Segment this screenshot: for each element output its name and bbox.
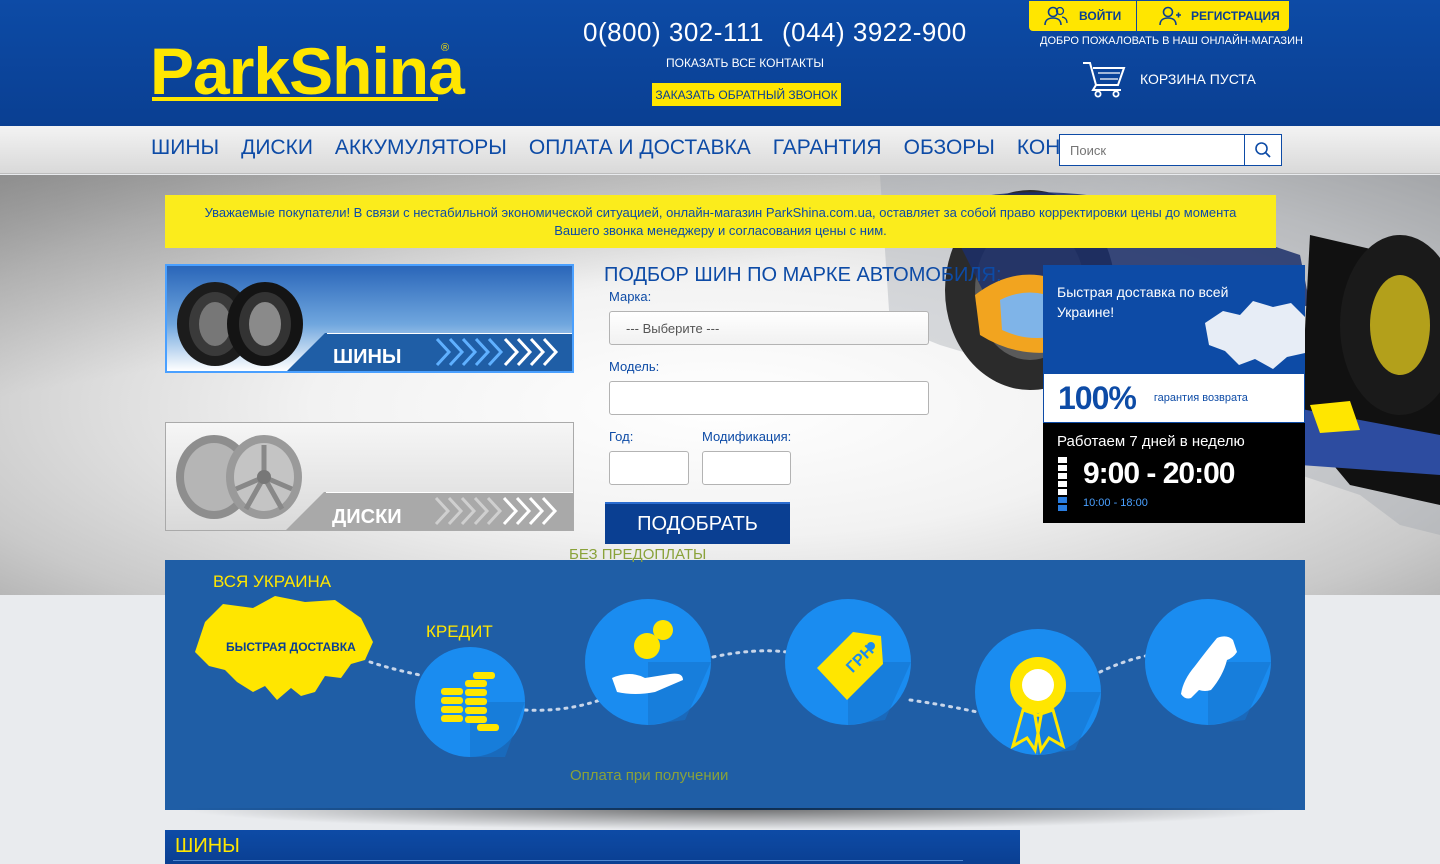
- add-user-icon: [1159, 6, 1181, 26]
- wheels-card-band: [286, 492, 573, 530]
- guarantee-text: гарантия возврата: [1153, 392, 1248, 404]
- award-ribbon-icon: [975, 629, 1101, 755]
- brand-select-value: --- Выберите ---: [626, 320, 720, 336]
- fast-delivery-label: БЫСТРАЯ ДОСТАВКА: [226, 640, 356, 654]
- phone-number-1[interactable]: 0(800) 302-111: [583, 17, 764, 47]
- nav-items: ШИНЫ ДИСКИ АККУМУЛЯТОРЫ ОПЛАТА И ДОСТАВК…: [151, 136, 1130, 160]
- wheels-card-label: ДИСКИ: [332, 506, 402, 528]
- auth-bar: ВОЙТИ РЕГИСТРАЦИЯ: [1029, 1, 1289, 31]
- working-hours-promo: Работаем 7 дней в неделю 9:00 - 20:00 10…: [1043, 423, 1305, 523]
- features-shadow: [175, 808, 1295, 830]
- model-select[interactable]: [609, 381, 929, 415]
- welcome-text: ДОБРО ПОЖАЛОВАТЬ В НАШ ОНЛАЙН-МАГАЗИН: [1040, 35, 1303, 47]
- tires-card-label: ШИНЫ: [333, 346, 402, 368]
- site-logo[interactable]: ParkShina: [150, 38, 465, 104]
- year-select[interactable]: [609, 451, 689, 485]
- nav-item-tires[interactable]: ШИНЫ: [151, 136, 219, 160]
- price-tag-icon: ГРН: [785, 599, 911, 725]
- callback-button[interactable]: ЗАКАЗАТЬ ОБРАТНЫЙ ЗВОНОК: [652, 83, 841, 106]
- no-prepayment-label: БЕЗ ПРЕДОПЛАТЫ: [569, 546, 707, 563]
- cart[interactable]: КОРЗИНА ПУСТА: [1082, 60, 1256, 98]
- tires-section-header: ШИНЫ: [165, 830, 1020, 864]
- login-label: ВОЙТИ: [1079, 9, 1122, 23]
- pay-on-receipt-label: Оплата при получении: [570, 767, 729, 784]
- cart-status: КОРЗИНА ПУСТА: [1140, 71, 1256, 87]
- brand-label: Марка:: [609, 289, 652, 304]
- pick-tires-button[interactable]: ПОДОБРАТЬ: [605, 502, 790, 544]
- price-notice: Уважаемые покупатели! В связи с нестабил…: [165, 195, 1276, 248]
- coins-icon: [415, 647, 525, 757]
- cart-icon: [1083, 62, 1126, 98]
- logo-underline: [152, 97, 438, 101]
- year-label: Год:: [609, 429, 634, 444]
- modification-label: Модификация:: [702, 429, 792, 444]
- weekend-hours: 10:00 - 18:00: [1083, 497, 1148, 509]
- guarantee-percent: 100%: [1058, 379, 1137, 416]
- working-days-text: Работаем 7 дней в неделю: [1057, 433, 1245, 450]
- phone-numbers: 0(800) 302-111 (044) 3922-900: [583, 17, 967, 48]
- features-graphic: ГРН: [195, 596, 1271, 757]
- wheels-category-card[interactable]: ДИСКИ: [165, 422, 574, 531]
- users-icon: [1044, 6, 1068, 26]
- tire-selector-title: ПОДБОР ШИН ПО МАРКЕ АВТОМОБИЛЯ:: [604, 264, 1002, 286]
- search-icon: [1255, 142, 1271, 158]
- delivery-promo[interactable]: Быстрая доставка по всей Украине!: [1043, 265, 1305, 373]
- search-input[interactable]: [1059, 134, 1245, 166]
- credit-label: КРЕДИТ: [426, 622, 493, 641]
- search-button[interactable]: [1245, 134, 1282, 166]
- nav-item-payment-delivery[interactable]: ОПЛАТА И ДОСТАВКА: [529, 136, 751, 160]
- features-band: ГРН ВСЯ УКРАИНА БЫСТРАЯ ДОСТАВКА КРЕДИТ …: [165, 546, 1305, 810]
- nav-item-reviews[interactable]: ОБЗОРЫ: [904, 136, 995, 160]
- brand-select[interactable]: --- Выберите ---: [609, 311, 929, 345]
- search-box: [1059, 134, 1282, 166]
- register-button[interactable]: РЕГИСТРАЦИЯ: [1137, 1, 1289, 31]
- nav-item-guarantee[interactable]: ГАРАНТИЯ: [773, 136, 882, 160]
- model-label: Модель:: [609, 359, 660, 374]
- guarantee-promo[interactable]: 100% гарантия возврата: [1043, 373, 1305, 423]
- weekday-hours: 9:00 - 20:00: [1083, 457, 1235, 490]
- login-button[interactable]: ВОЙТИ: [1029, 1, 1136, 31]
- phone-number-2[interactable]: (044) 3922-900: [782, 17, 967, 47]
- phone-icon: [1145, 599, 1271, 725]
- register-label: РЕГИСТРАЦИЯ: [1191, 9, 1280, 23]
- tires-card-band: [287, 333, 572, 371]
- modification-select[interactable]: [702, 451, 791, 485]
- all-ukraine-label: ВСЯ УКРАИНА: [213, 572, 332, 591]
- tires-category-card[interactable]: ШИНЫ: [165, 264, 574, 373]
- hand-coins-icon: [585, 599, 711, 725]
- week-bars-icon: [1058, 457, 1067, 511]
- nav-item-wheels[interactable]: ДИСКИ: [241, 136, 313, 160]
- delivery-promo-text: Быстрая доставка по всей Украине!: [1057, 284, 1229, 320]
- logo-registered-mark: ®: [441, 42, 450, 54]
- tires-section-title: ШИНЫ: [175, 835, 240, 857]
- section-divider: [173, 860, 963, 861]
- promo-panel: Быстрая доставка по всей Украине! 100% г…: [1043, 265, 1305, 523]
- site-header: ParkShina ® 0(800) 302-111 (044) 3922-900…: [0, 0, 1440, 126]
- nav-item-batteries[interactable]: АККУМУЛЯТОРЫ: [335, 136, 507, 160]
